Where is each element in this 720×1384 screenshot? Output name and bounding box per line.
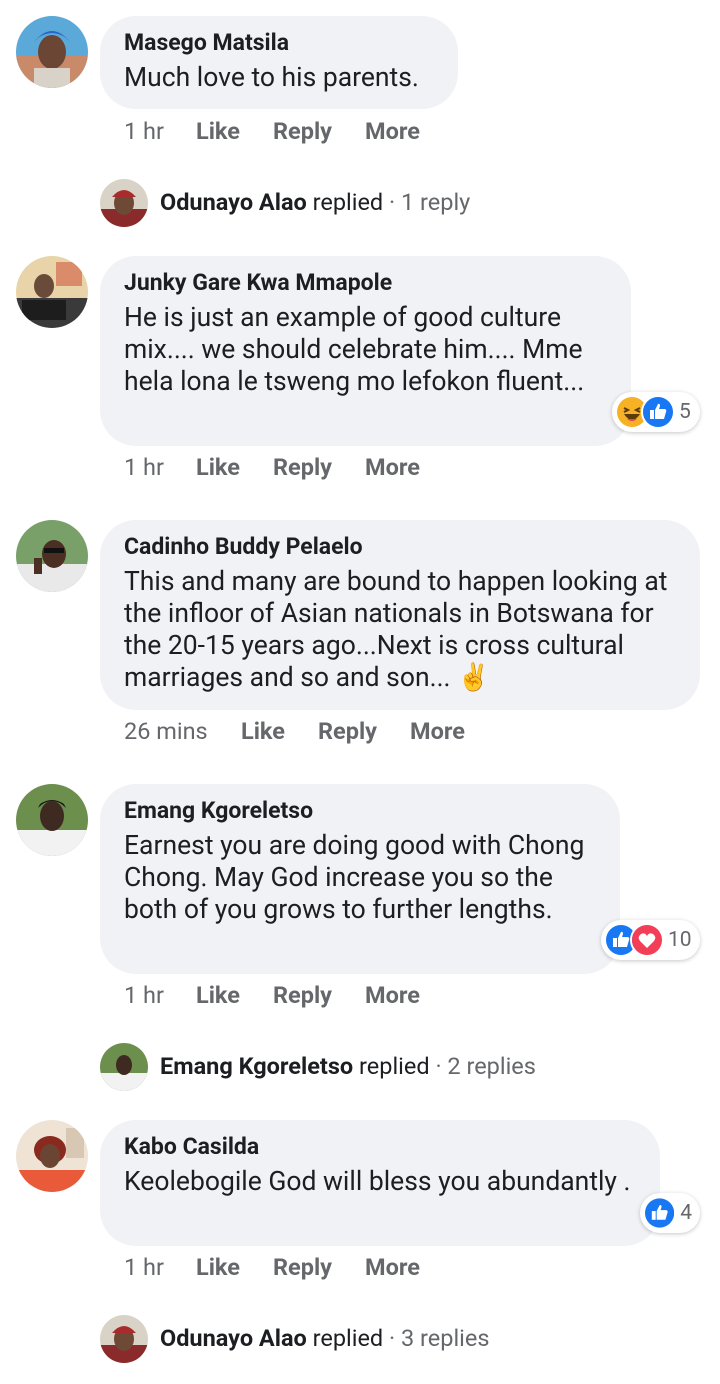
like-button[interactable]: Like [241, 717, 318, 745]
reply-button[interactable]: Reply [273, 117, 365, 145]
comment-bubble: Kabo Casilda Keolebogile God will bless … [100, 1120, 660, 1246]
reply-author[interactable]: Odunayo Alao [160, 1324, 307, 1352]
reply-separator: · [389, 188, 396, 216]
more-button[interactable]: More [365, 453, 420, 481]
comment-text: This and many are bound to happen lookin… [124, 566, 668, 693]
reply-button[interactable]: Reply [318, 717, 410, 745]
reply-button[interactable]: Reply [273, 453, 365, 481]
comment-bubble: Emang Kgoreletso Earnest you are doing g… [100, 784, 620, 974]
more-button[interactable]: More [365, 117, 420, 145]
view-replies-link[interactable]: Odunayo Alao replied · 1 reply [100, 179, 520, 229]
comment-author[interactable]: Kabo Casilda [124, 1133, 636, 1161]
comment-time[interactable]: 1 hr [124, 117, 196, 145]
reply-count[interactable]: 2 replies [447, 1052, 535, 1080]
like-icon [641, 395, 675, 429]
reply-button[interactable]: Reply [273, 981, 365, 1009]
comment-time[interactable]: 1 hr [124, 981, 196, 1009]
reaction-count: 5 [679, 400, 691, 424]
reaction-summary[interactable]: 10 [601, 920, 700, 960]
more-button[interactable]: More [410, 717, 465, 745]
comment-avatar[interactable] [16, 1120, 88, 1192]
reply-count[interactable]: 3 replies [401, 1324, 489, 1352]
comment-author[interactable]: Junky Gare Kwa Mmapole [124, 269, 607, 297]
love-icon [630, 923, 664, 957]
comment-text: Keolebogile God will bless you abundantl… [124, 1166, 631, 1197]
reply-avatar [100, 1315, 148, 1363]
reaction-count: 4 [680, 1201, 692, 1225]
like-button[interactable]: Like [196, 981, 273, 1009]
more-button[interactable]: More [365, 981, 420, 1009]
reply-separator: · [389, 1324, 396, 1352]
reaction-summary[interactable]: 4 [640, 1193, 700, 1233]
view-replies-link[interactable]: Emang Kgoreletso replied · 2 replies [100, 1043, 560, 1093]
reply-avatar [100, 1043, 148, 1091]
comment-author[interactable]: Emang Kgoreletso [124, 797, 596, 825]
comment-author[interactable]: Masego Matsila [124, 29, 434, 57]
reply-summary: Emang Kgoreletso replied · 2 replies [160, 1052, 536, 1080]
comment-actions: 1 hr Like Reply More [124, 117, 420, 145]
comment-avatar[interactable] [16, 784, 88, 856]
comment-author[interactable]: Cadinho Buddy Pelaelo [124, 533, 676, 561]
comment-text: He is just an example of good culture mi… [124, 302, 585, 397]
comment-avatar[interactable] [16, 16, 88, 88]
comment-avatar[interactable] [16, 256, 88, 328]
comment-bubble: Junky Gare Kwa Mmapole He is just an exa… [100, 256, 631, 446]
comment-bubble: Cadinho Buddy Pelaelo This and many are … [100, 520, 700, 710]
reply-verb: replied [312, 188, 384, 216]
reply-count[interactable]: 1 reply [401, 188, 470, 216]
reply-button[interactable]: Reply [273, 1253, 365, 1281]
comment-text: Much love to his parents. [124, 62, 419, 93]
like-button[interactable]: Like [196, 1253, 273, 1281]
comment-time[interactable]: 26 mins [124, 717, 241, 745]
more-button[interactable]: More [365, 1253, 420, 1281]
view-replies-link[interactable]: Odunayo Alao replied · 3 replies [100, 1315, 520, 1365]
reply-author[interactable]: Odunayo Alao [160, 188, 307, 216]
reply-summary: Odunayo Alao replied · 3 replies [160, 1324, 489, 1352]
reply-summary: Odunayo Alao replied · 1 reply [160, 188, 470, 216]
reaction-count: 10 [668, 928, 692, 952]
comment-actions: 1 hr Like Reply More [124, 453, 420, 481]
comment-actions: 1 hr Like Reply More [124, 1253, 420, 1281]
reply-verb: replied [312, 1324, 384, 1352]
reply-avatar [100, 179, 148, 227]
reply-separator: · [435, 1052, 442, 1080]
comment-bubble: Masego Matsila Much love to his parents. [100, 16, 458, 109]
comment-time[interactable]: 1 hr [124, 453, 196, 481]
comment-actions: 1 hr Like Reply More [124, 981, 420, 1009]
like-button[interactable]: Like [196, 453, 273, 481]
like-icon [643, 1196, 677, 1230]
comment-actions: 26 mins Like Reply More [124, 717, 465, 745]
like-button[interactable]: Like [196, 117, 273, 145]
comment-avatar[interactable] [16, 520, 88, 592]
comment-time[interactable]: 1 hr [124, 1253, 196, 1281]
reply-verb: replied [359, 1052, 430, 1080]
reaction-summary[interactable]: 5 [612, 392, 700, 432]
reply-author[interactable]: Emang Kgoreletso [160, 1052, 353, 1080]
comment-text: Earnest you are doing good with Chong Ch… [124, 830, 585, 925]
